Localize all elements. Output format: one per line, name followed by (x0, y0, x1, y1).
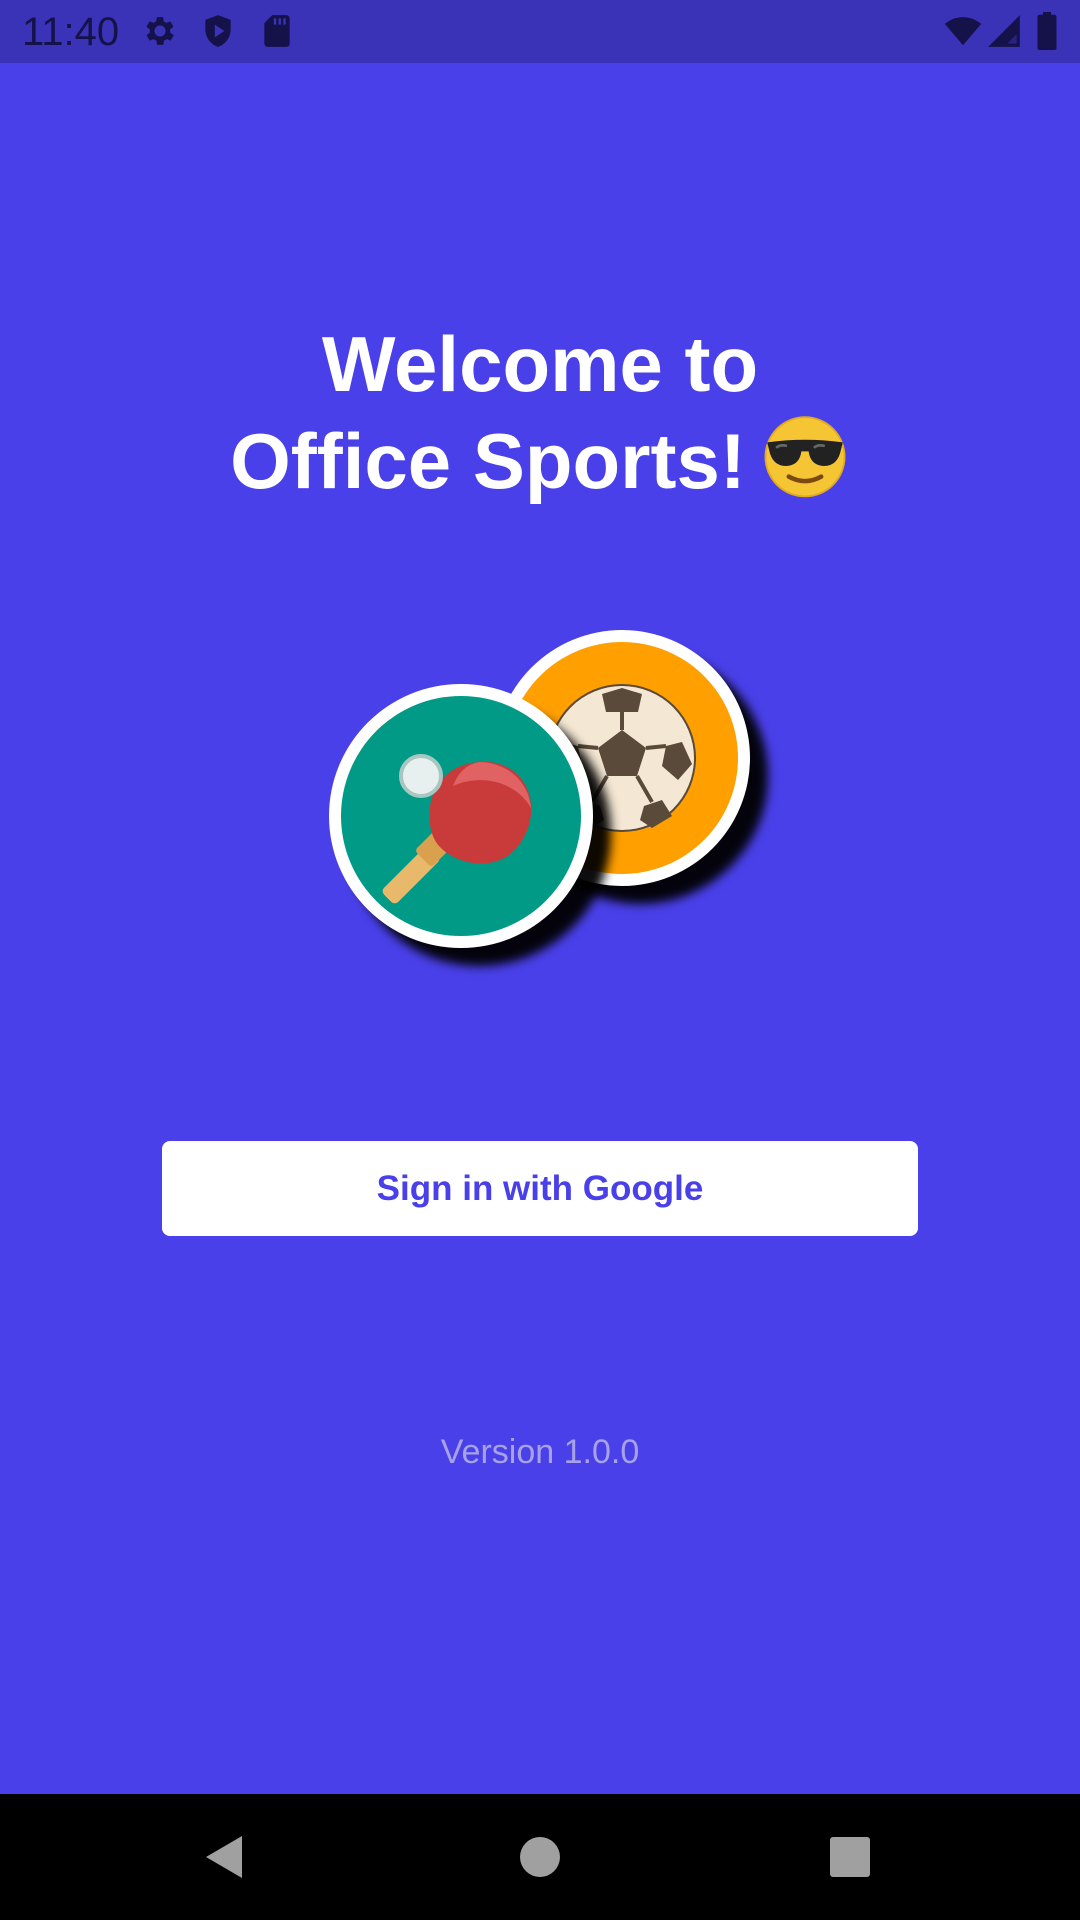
ping-pong-paddle-icon (341, 696, 581, 936)
recents-icon[interactable] (817, 1824, 883, 1890)
welcome-line-1: Welcome to (321, 320, 759, 408)
shield-icon (199, 12, 237, 50)
status-bar: 11:40 (0, 0, 1080, 63)
table-tennis-badge (329, 684, 593, 948)
battery-icon (1030, 12, 1064, 50)
version-label: Version 1.0.0 (440, 1433, 640, 1471)
sign-in-with-google-button[interactable]: Sign in with Google (162, 1141, 918, 1236)
sd-card-icon (258, 12, 296, 50)
back-icon[interactable] (192, 1824, 258, 1890)
wifi-icon (944, 12, 982, 50)
navigation-bar (0, 1794, 1080, 1920)
home-icon[interactable] (507, 1824, 573, 1890)
welcome-line-2-row: Office Sports! (0, 410, 1080, 507)
welcome-title: Welcome to Office Sports! (0, 318, 1080, 507)
status-time: 11:40 (22, 10, 120, 54)
smiling-face-with-sunglasses-icon (760, 410, 850, 500)
signal-icon (985, 12, 1023, 50)
welcome-line-2: Office Sports! (230, 417, 746, 505)
gear-icon (141, 12, 179, 50)
